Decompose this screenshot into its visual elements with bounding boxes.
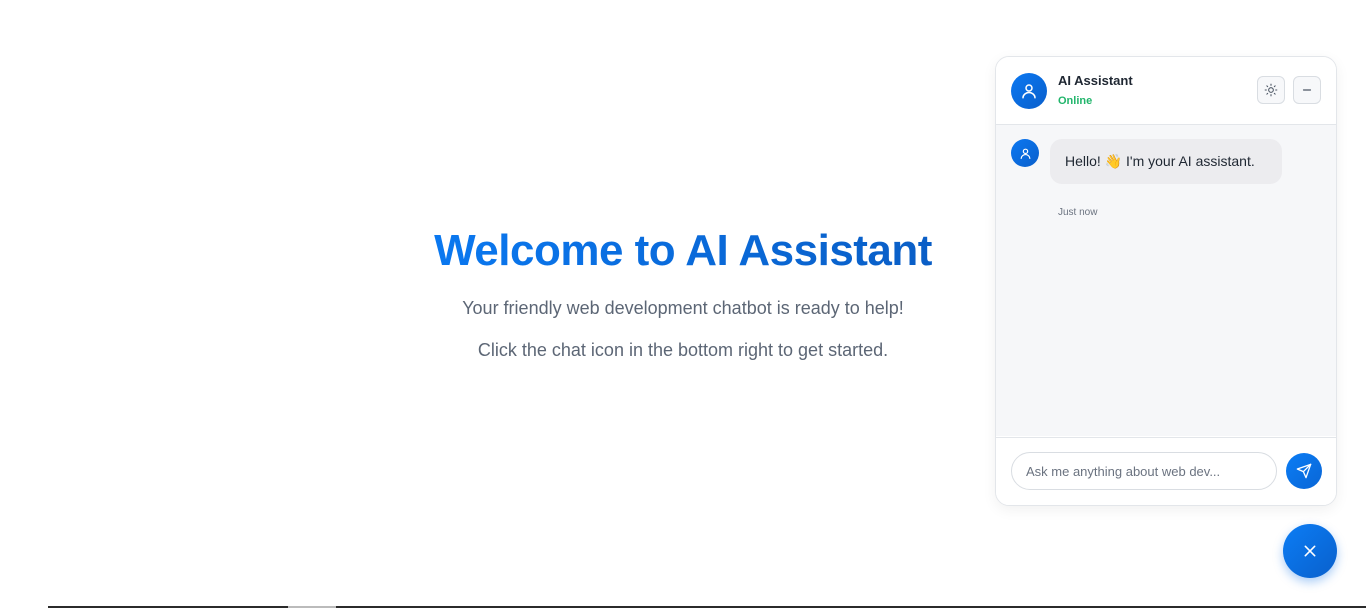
chat-window: AI Assistant Online Hello! 👋 I'm your AI… [995,56,1337,506]
assistant-avatar [1011,73,1047,109]
send-icon [1296,463,1312,479]
page-title-text: Welcome to AI Assistant [434,226,932,275]
chat-composer [996,437,1336,505]
chat-toggle-button[interactable] [1283,524,1337,578]
theme-toggle-button[interactable] [1257,76,1285,104]
message-timestamp: Just now [1058,207,1098,218]
minus-icon [1302,89,1312,91]
chat-header: AI Assistant Online [996,57,1336,125]
minimize-button[interactable] [1293,76,1321,104]
close-icon [1304,545,1316,557]
send-button[interactable] [1286,453,1322,489]
chat-messages: Hello! 👋 I'm your AI assistant. Just now [996,125,1336,436]
bot-message-avatar [1011,139,1039,167]
sun-icon [1264,83,1278,97]
user-icon [1022,84,1036,99]
assistant-status: Online [1058,95,1093,107]
chat-message-input[interactable] [1011,452,1277,490]
assistant-name: AI Assistant [1058,73,1133,88]
bot-message-bubble: Hello! 👋 I'm your AI assistant. [1050,139,1282,184]
user-icon [1020,148,1030,159]
